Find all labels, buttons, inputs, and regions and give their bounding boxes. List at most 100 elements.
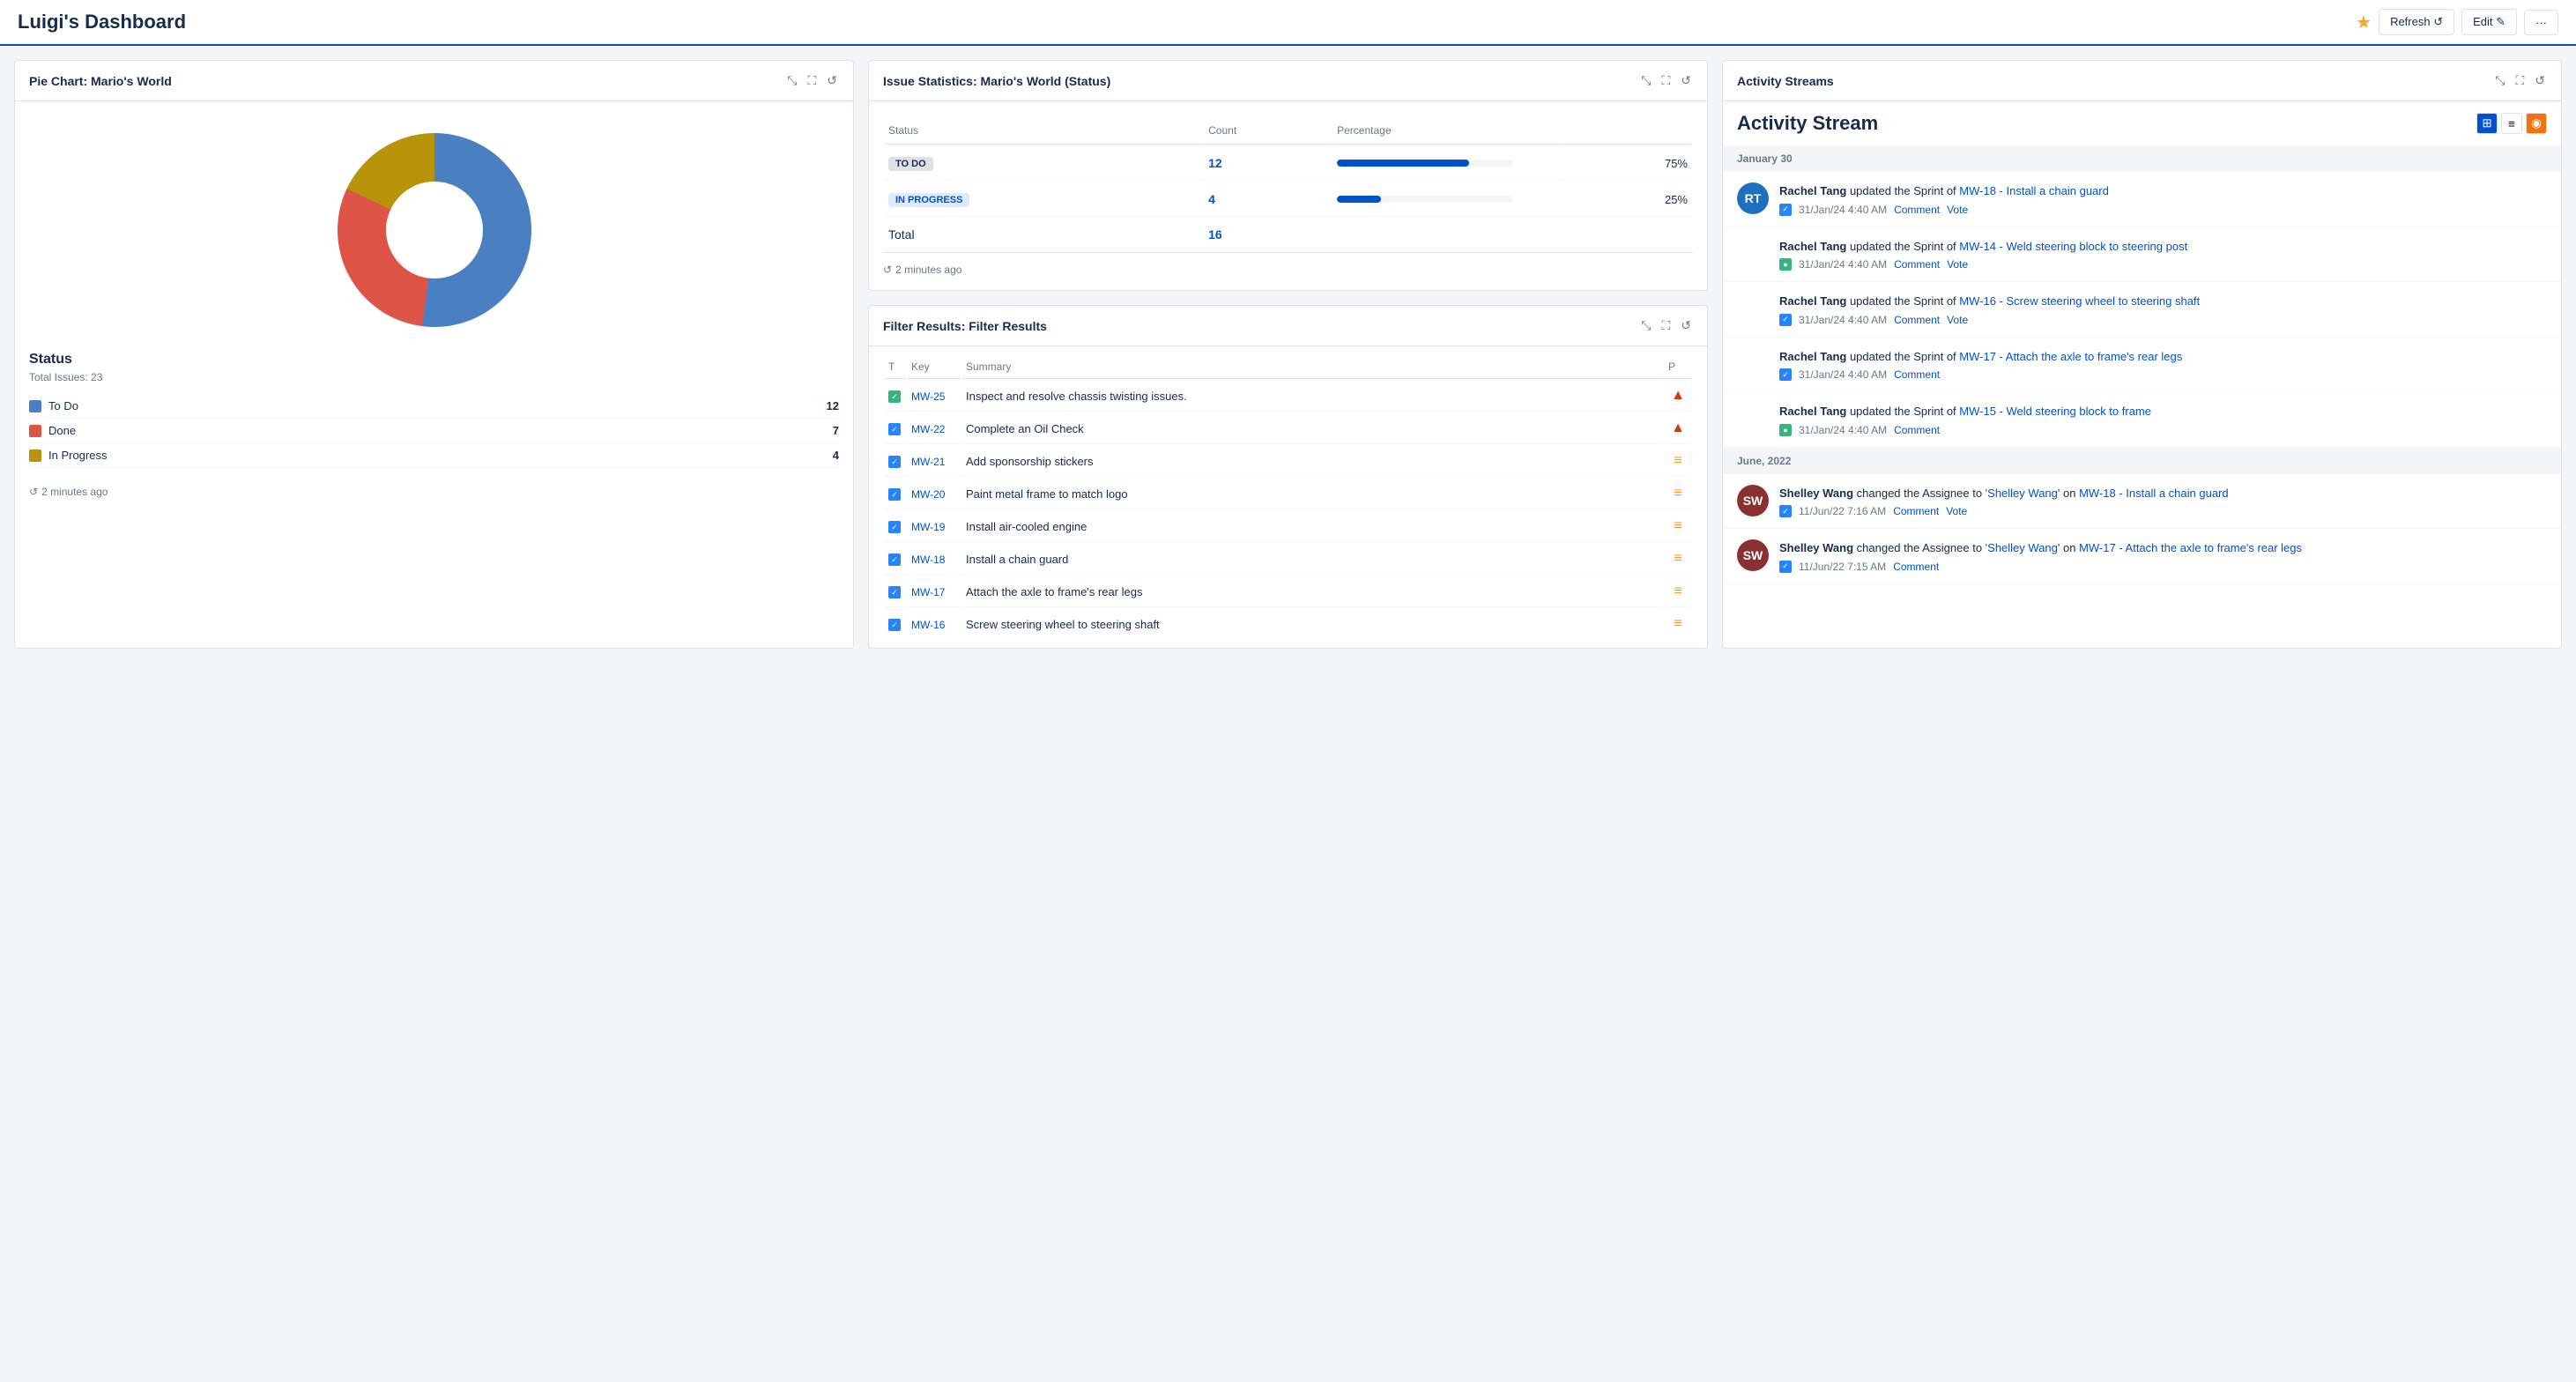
filter-results-header: Filter Results: Filter Results ⤡ ⛶ ↺ [869,306,1707,346]
activity-stream-body: January 30 RT Rachel Tang updated the Sp… [1723,145,2561,584]
issue-key-link[interactable]: MW-17 [911,586,945,598]
issue-key-link[interactable]: MW-16 [911,619,945,631]
issue-key-link[interactable]: MW-22 [911,423,945,435]
issue-count-link[interactable]: 4 [1208,192,1215,206]
activity-meta: ● 31/Jan/24 4:40 AM Comment [1779,424,2547,436]
activity-list-view-icon[interactable]: ≡ [2501,113,2522,134]
legend-item: To Do 12 [29,394,839,419]
activity-action-vote[interactable]: Vote [1947,314,1968,326]
activity-action-comment[interactable]: Comment [1894,314,1940,326]
activity-text: Shelley Wang changed the Assignee to 'Sh… [1779,539,2547,557]
filter-priority-cell: ≡ [1665,446,1691,477]
activity-collapse-icon[interactable]: ⤡ [2493,71,2506,90]
activity-rss-icon[interactable]: ◉ [2526,113,2547,134]
star-button[interactable]: ★ [2356,11,2372,33]
activity-item: RT Rachel Tang updated the Sprint of MW-… [1723,172,2561,227]
status-badge: IN PROGRESS [888,193,969,207]
activity-link[interactable]: 'Shelley Wang' [1986,487,2060,500]
pie-chart-widget-header: Pie Chart: Mario's World ⤡ ⛶ ↺ [15,61,853,101]
task-icon: ✓ [888,554,901,566]
pie-expand-icon[interactable]: ⛶ [805,71,818,90]
activity-action-comment[interactable]: Comment [1894,424,1940,436]
filter-priority-cell: ≡ [1665,479,1691,509]
refresh-button[interactable]: Refresh ↺ [2379,9,2454,35]
priority-icon: ≡ [1674,551,1681,566]
activity-action-comment[interactable]: Comment [1894,258,1940,271]
activity-stream-content: Activity Stream ⊞ ≡ ◉ January 30 RT Rach… [1723,101,2561,584]
activity-expand-icon[interactable]: ⛶ [2513,71,2526,90]
filter-results-table: T Key Summary P ✓ MW-25 Inspect and reso… [883,353,1693,641]
filter-summary-cell: Attach the axle to frame's rear legs [962,576,1663,607]
issue-key-link[interactable]: MW-21 [911,456,945,468]
activity-time: 11/Jun/22 7:16 AM [1799,505,1886,517]
activity-issue-link[interactable]: MW-17 - Attach the axle to frame's rear … [2079,541,2302,554]
pie-collapse-icon[interactable]: ⤡ [785,71,798,90]
task-icon: ✓ [888,521,901,533]
issue-count-link[interactable]: 12 [1208,156,1222,170]
activity-action-vote[interactable]: Vote [1947,258,1968,271]
activity-action-vote[interactable]: Vote [1946,505,1967,517]
activity-action-comment[interactable]: Comment [1893,505,1939,517]
task-icon: ✓ [888,488,901,501]
col-status: Status [885,117,1203,145]
activity-link[interactable]: MW-15 - Weld steering block to frame [1959,405,2151,418]
issue-stats-expand-icon[interactable]: ⛶ [1659,71,1672,90]
issue-stats-header: Issue Statistics: Mario's World (Status)… [869,61,1707,101]
issue-progress-cell [1333,146,1563,181]
progress-bar-fill [1337,196,1381,203]
activity-link[interactable]: MW-17 - Attach the axle to frame's rear … [1959,350,2182,363]
filter-collapse-icon[interactable]: ⤡ [1639,316,1652,335]
issue-refresh-icon: ↺ [883,264,892,276]
activity-text: Rachel Tang updated the Sprint of MW-16 … [1779,293,2547,310]
activity-time: 31/Jan/24 4:40 AM [1799,258,1887,271]
activity-action-vote[interactable]: Vote [1947,204,1968,216]
activity-grid-view-icon[interactable]: ⊞ [2476,113,2498,134]
edit-button[interactable]: Edit ✎ [2461,9,2517,35]
activity-date-header: June, 2022 [1723,448,2561,474]
dashboard: Pie Chart: Mario's World ⤡ ⛶ ↺ Status To… [0,46,2576,663]
activity-refresh-icon[interactable]: ↺ [2533,71,2547,90]
activity-story-icon: ● [1779,424,1792,436]
issue-stats-widget: Issue Statistics: Mario's World (Status)… [868,60,1708,291]
avatar-spacer [1737,348,1769,382]
filter-table-row: ✓ MW-22 Complete an Oil Check ▲ [885,413,1691,444]
issue-summary: Add sponsorship stickers [966,455,1094,468]
pie-refresh-icon[interactable]: ↺ [825,71,839,90]
activity-issue-link[interactable]: MW-18 - Install a chain guard [2079,487,2229,500]
activity-streams-controls: ⤡ ⛶ ↺ [2493,71,2547,90]
total-count[interactable]: 16 [1208,227,1222,241]
middle-column: Issue Statistics: Mario's World (Status)… [868,60,1708,649]
issue-key-link[interactable]: MW-25 [911,390,945,403]
activity-stream-title: Activity Stream [1737,112,1878,135]
issue-summary: Screw steering wheel to steering shaft [966,618,1160,631]
activity-link[interactable]: MW-18 - Install a chain guard [1959,184,2109,197]
task-icon: ✓ [888,423,901,435]
more-button[interactable]: ··· [2524,10,2558,35]
issue-key-link[interactable]: MW-18 [911,554,945,566]
filter-priority-cell: ≡ [1665,544,1691,575]
issue-key-link[interactable]: MW-19 [911,521,945,533]
activity-action-comment[interactable]: Comment [1894,204,1940,216]
activity-action-comment[interactable]: Comment [1893,561,1939,573]
legend-item: Done 7 [29,419,839,443]
issue-key-link[interactable]: MW-20 [911,488,945,501]
issue-percentage-cell: 75% [1564,146,1691,181]
activity-meta: ● 31/Jan/24 4:40 AM Comment Vote [1779,258,2547,271]
filter-key-cell: MW-20 [908,479,961,509]
issue-stats-collapse-icon[interactable]: ⤡ [1639,71,1652,90]
activity-action-comment[interactable]: Comment [1894,368,1940,381]
activity-link[interactable]: 'Shelley Wang' [1986,541,2060,554]
activity-text: Rachel Tang updated the Sprint of MW-18 … [1779,182,2547,200]
filter-expand-icon[interactable]: ⛶ [1659,316,1672,335]
activity-task-icon: ✓ [1779,368,1792,381]
issue-count-cell: 4 [1205,182,1332,217]
activity-link[interactable]: MW-16 - Screw steering wheel to steering… [1959,294,2200,308]
filter-key-cell: MW-25 [908,381,961,412]
filter-refresh-icon[interactable]: ↺ [1679,316,1693,335]
issue-stats-refresh-icon[interactable]: ↺ [1679,71,1693,90]
filter-key-cell: MW-19 [908,511,961,542]
filter-table-row: ✓ MW-20 Paint metal frame to match logo … [885,479,1691,509]
activity-link[interactable]: MW-14 - Weld steering block to steering … [1959,240,2187,253]
activity-meta: ✓ 31/Jan/24 4:40 AM Comment Vote [1779,314,2547,326]
filter-priority-cell: ≡ [1665,511,1691,542]
